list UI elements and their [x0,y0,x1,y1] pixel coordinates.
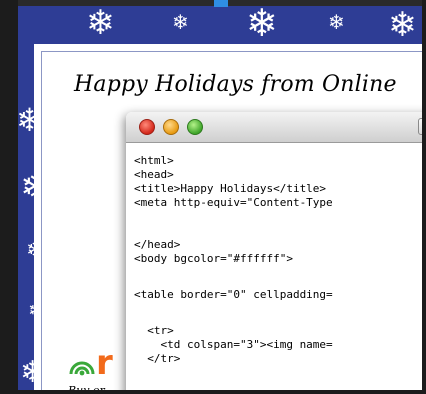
code-line: <tr> [134,324,174,337]
code-line: </head> [134,238,181,251]
company-logo: r [68,346,126,380]
snowflake-icon: ❄ [86,3,115,43]
window-titlebar[interactable] [126,112,426,143]
snowflake-icon: ❄ [172,10,189,34]
logo-letter: r [96,346,113,380]
card-title: Happy Holidays from Online [74,72,397,97]
code-line: <body bgcolor="#ffffff"> [134,252,293,265]
minimize-button[interactable] [163,119,179,135]
logo-ring-icon [69,361,95,376]
code-line: <td colspan="3"><img name= [134,338,333,351]
code-line: <table border="0" cellpadding= [134,288,333,301]
screenshot-scene: ❄ ❄ ❄ ❄ ❄ ❄ ❄ ❄ ❄ ❄ Happy Holidays from … [0,0,426,394]
source-code-window[interactable]: <html> <head> <title>Happy Holidays</tit… [126,112,426,394]
right-edge [422,0,426,394]
snowflake-icon: ❄ [246,1,278,45]
snowflake-icon: ❄ [328,10,345,34]
close-button[interactable] [139,119,155,135]
top-accent-strip [214,0,228,7]
code-line: <title>Happy Holidays</title> [134,182,327,195]
code-line: <meta http-equiv="Content-Type [134,196,333,209]
code-line: <head> [134,168,174,181]
code-line: </tr> [134,352,181,365]
code-line: <html> [134,154,174,167]
bottom-edge [0,390,426,394]
snowflake-icon: ❄ [388,5,417,45]
zoom-button[interactable] [187,119,203,135]
left-edge [0,0,18,394]
